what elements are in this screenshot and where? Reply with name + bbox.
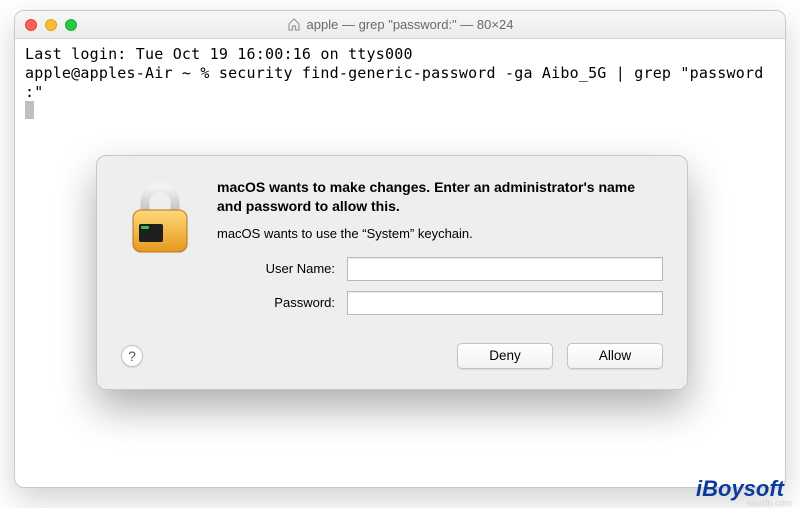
- help-button[interactable]: ?: [121, 345, 143, 367]
- deny-button[interactable]: Deny: [457, 343, 553, 369]
- username-field[interactable]: [347, 257, 663, 281]
- auth-dialog: macOS wants to make changes. Enter an ad…: [96, 155, 688, 390]
- source-watermark: wsxdn.com: [747, 498, 792, 508]
- dialog-heading: macOS wants to make changes. Enter an ad…: [217, 178, 663, 216]
- prompt-line-2: :": [25, 83, 43, 101]
- password-label: Password:: [217, 295, 335, 310]
- password-field[interactable]: [347, 291, 663, 315]
- prompt-line: apple@apples-Air ~ % security find-gener…: [25, 64, 763, 82]
- lock-icon: [121, 178, 199, 325]
- username-label: User Name:: [217, 261, 335, 276]
- dialog-subtext: macOS wants to use the “System” keychain…: [217, 226, 663, 241]
- terminal-cursor: [25, 101, 34, 119]
- home-icon: [287, 18, 301, 31]
- window-title-text: apple — grep "password:" — 80×24: [307, 17, 514, 32]
- allow-button[interactable]: Allow: [567, 343, 663, 369]
- last-login-line: Last login: Tue Oct 19 16:00:16 on ttys0…: [25, 45, 413, 63]
- window-title: apple — grep "password:" — 80×24: [15, 17, 785, 32]
- terminal-output[interactable]: Last login: Tue Oct 19 16:00:16 on ttys0…: [15, 39, 785, 126]
- titlebar: apple — grep "password:" — 80×24: [15, 11, 785, 39]
